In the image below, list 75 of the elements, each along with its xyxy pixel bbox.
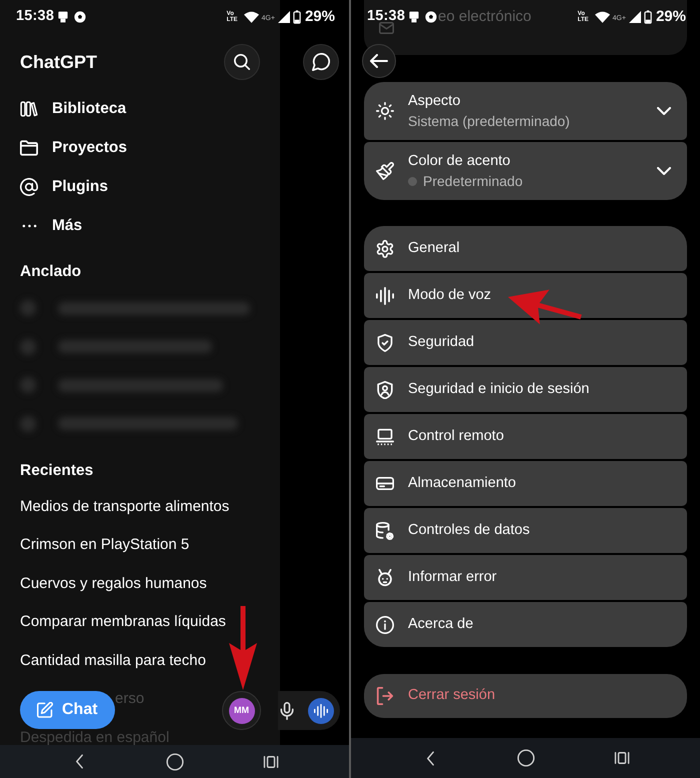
chat-history-item[interactable]: Cuervos y regalos humanos <box>20 574 207 592</box>
user-shield-icon <box>376 380 394 398</box>
device-icon <box>58 11 68 23</box>
settings-item[interactable]: Informar error <box>364 555 687 600</box>
battery-percentage: 29% <box>656 6 686 27</box>
paintbrush-icon <box>376 162 394 180</box>
logout-button[interactable]: Cerrar sesión <box>364 674 687 718</box>
ball-icon <box>74 11 86 23</box>
battery-icon <box>644 10 652 24</box>
books-icon <box>20 100 38 118</box>
back-icon[interactable] <box>74 754 84 769</box>
gear-icon <box>376 240 394 258</box>
chat-history-item[interactable]: Cantidad masilla para techo <box>20 652 206 668</box>
home-icon[interactable] <box>517 749 535 767</box>
drive-icon <box>376 476 394 491</box>
settings-dropdown[interactable]: Aspecto Sistema (predeterminado) <box>364 82 687 140</box>
chat-history-item[interactable]: Medios de transporte alimentos <box>20 498 230 514</box>
settings-item[interactable]: Control remoto <box>364 414 687 459</box>
waveform-icon <box>314 704 328 718</box>
settings-item[interactable]: Controles de datos <box>364 508 687 553</box>
drawer-menu-item[interactable]: Plugins <box>20 167 112 206</box>
settings-item[interactable]: Seguridad e inicio de sesión <box>364 367 687 412</box>
signal-icon <box>628 11 641 23</box>
drawer-menu-item[interactable]: Más <box>20 206 86 245</box>
back-button[interactable] <box>362 44 396 78</box>
voice-mode-button[interactable] <box>308 698 334 724</box>
at-sign-icon <box>20 178 38 196</box>
chat-history-item[interactable]: Comparar membranas líquidas <box>20 613 226 630</box>
wifi-icon <box>594 11 610 23</box>
device-icon <box>409 11 420 23</box>
settings-item[interactable]: General <box>364 226 687 271</box>
back-arrow-icon <box>370 54 388 68</box>
section-heading: Recientes <box>20 461 94 481</box>
field-label: eo electrónico <box>438 8 532 26</box>
battery-percentage: 29% <box>304 6 335 27</box>
recent-apps-icon[interactable] <box>614 751 630 765</box>
ball-icon <box>425 11 438 23</box>
back-icon[interactable] <box>426 750 434 766</box>
info-icon <box>376 616 394 634</box>
signal-icon <box>278 11 290 23</box>
settings-item[interactable]: Modo de voz <box>364 273 687 318</box>
mail-icon <box>379 22 394 34</box>
settings-item[interactable]: Acerca de <box>364 602 687 647</box>
shield-check-icon <box>376 334 394 352</box>
status-time: 15:38 <box>16 7 54 26</box>
microphone-icon[interactable] <box>280 702 294 720</box>
drawer-menu-item[interactable]: Biblioteca <box>20 89 130 128</box>
bug-icon <box>376 568 394 586</box>
chevron-down-icon <box>657 167 671 175</box>
drawer-menu-item[interactable]: Proyectos <box>20 128 131 167</box>
settings-dropdown[interactable]: Color de acento Predeterminado <box>364 142 687 200</box>
sun-icon <box>376 102 394 120</box>
settings-item[interactable]: Almacenamiento <box>364 461 687 506</box>
chat-history-item[interactable]: Crimson en PlayStation 5 <box>20 536 190 553</box>
chevron-down-icon <box>657 107 671 115</box>
database-gear-icon <box>376 522 394 540</box>
avatar: MM <box>228 698 254 724</box>
search-icon <box>234 54 250 70</box>
section-heading: Anclado <box>20 262 82 282</box>
app-title: ChatGPT <box>20 50 98 74</box>
pencil-square-icon <box>37 702 53 718</box>
battery-icon <box>292 10 301 24</box>
waveform-icon <box>376 286 394 304</box>
folder-icon <box>20 138 38 156</box>
recent-apps-icon[interactable] <box>263 754 279 768</box>
chat-bubble-button[interactable] <box>303 44 339 80</box>
status-time: 15:38 <box>367 7 406 26</box>
chat-bubble-icon <box>312 53 330 71</box>
color-swatch-icon <box>408 176 417 186</box>
home-icon[interactable] <box>166 752 184 770</box>
logout-icon <box>376 687 394 705</box>
settings-item[interactable]: Seguridad <box>364 320 687 365</box>
laptop-icon <box>376 428 394 446</box>
more-dots-icon <box>22 224 36 228</box>
wifi-icon <box>244 11 259 23</box>
